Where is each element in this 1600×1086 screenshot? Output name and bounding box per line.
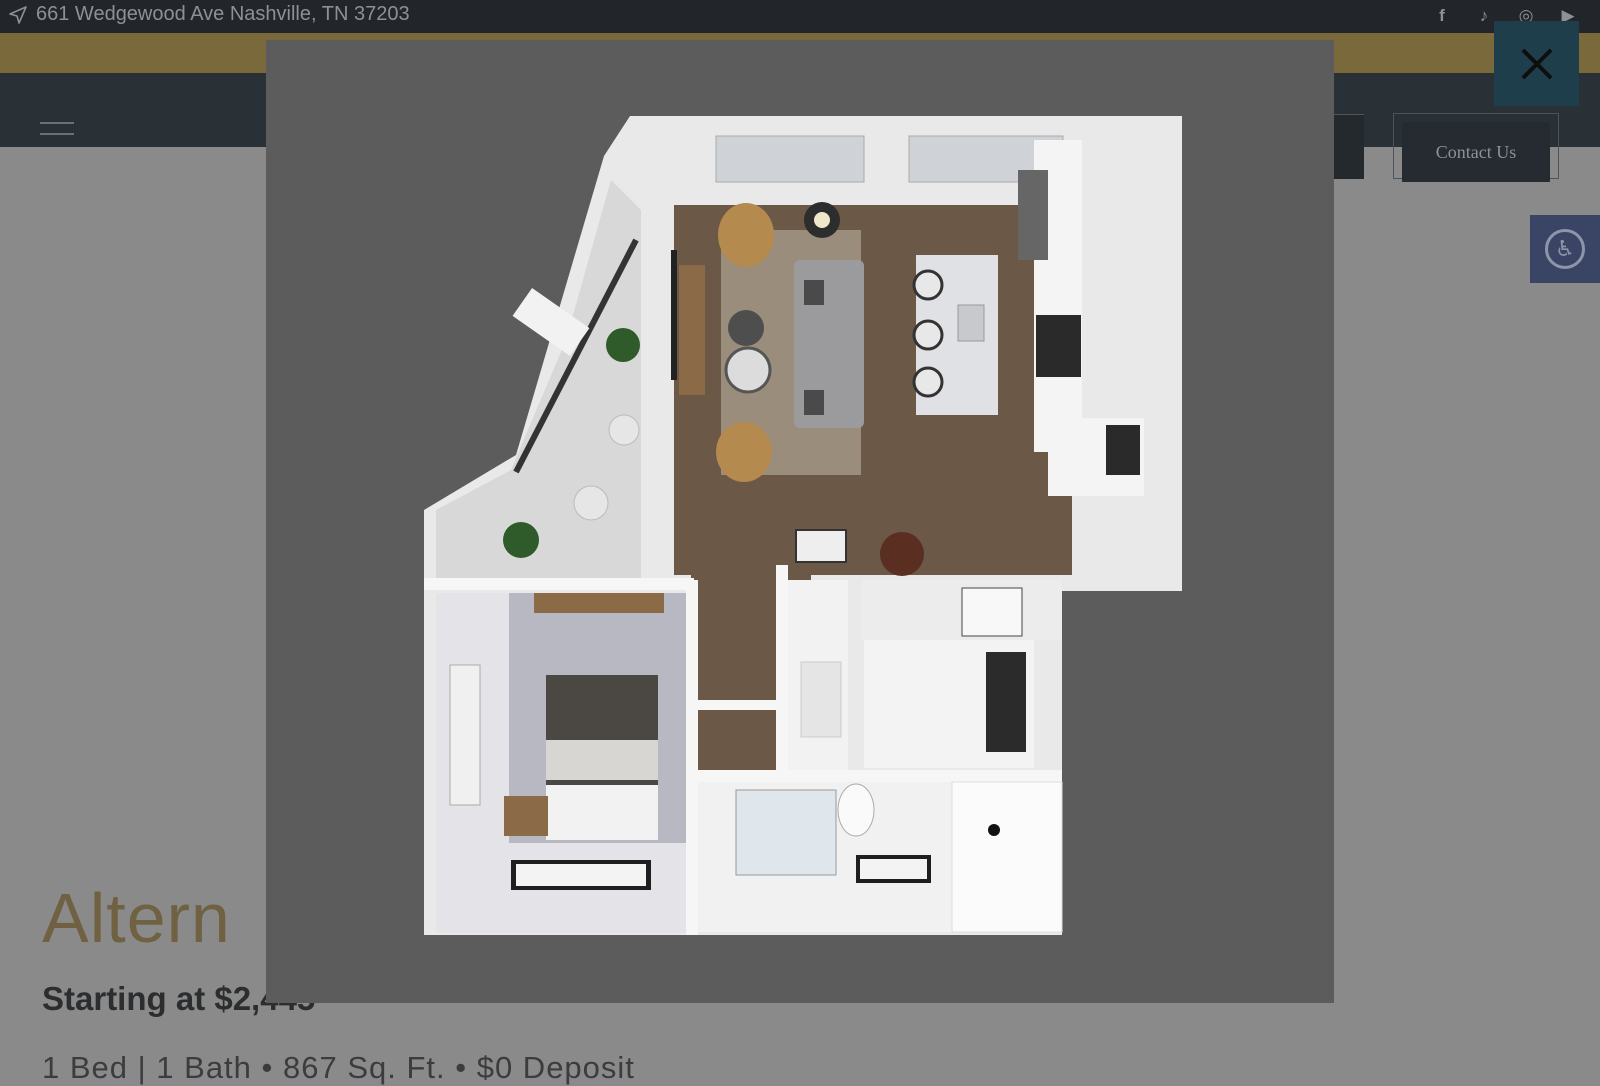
- floor-plan-image: [424, 116, 1182, 935]
- close-modal-button[interactable]: [1494, 21, 1579, 106]
- close-icon: [1521, 48, 1552, 79]
